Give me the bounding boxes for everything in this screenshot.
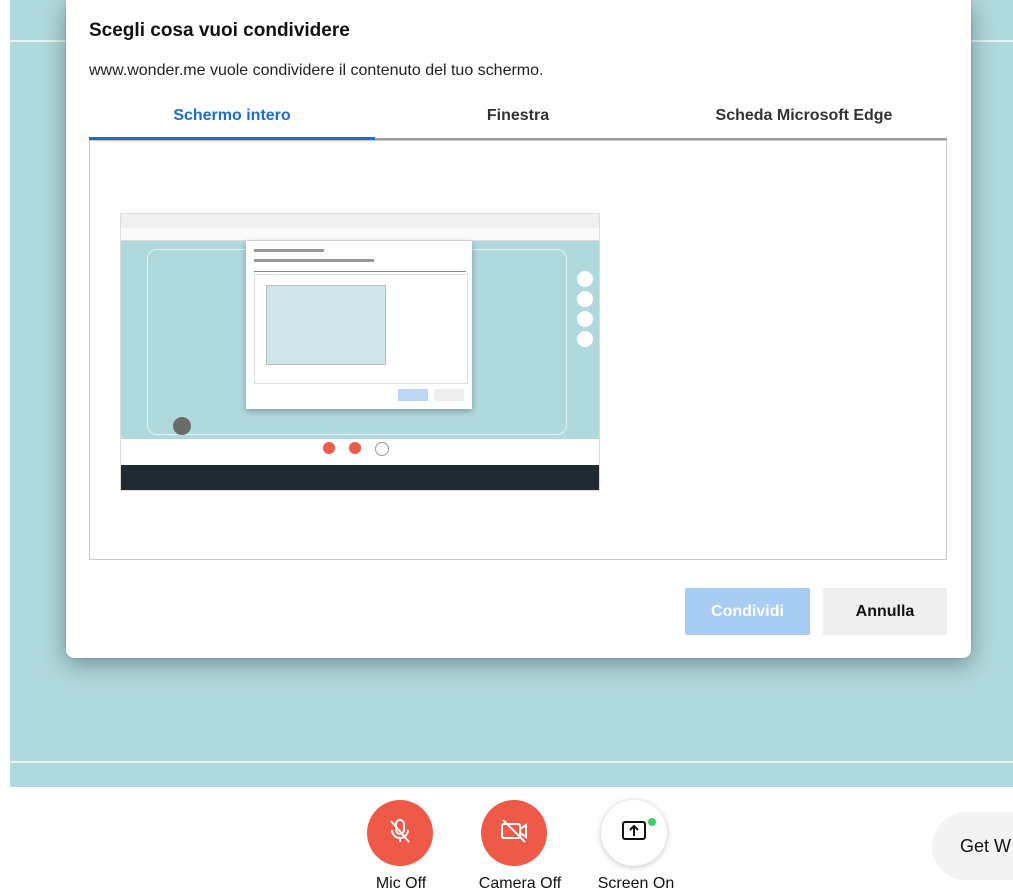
camera-off-icon [498,816,530,851]
dialog-subtitle: www.wonder.me vuole condividere il conte… [89,62,544,79]
screen-share-button[interactable] [601,800,667,866]
thumbnail-side-icon [577,331,593,347]
screen-thumbnail[interactable] [120,213,600,491]
get-button[interactable]: Get W [932,812,1013,880]
mic-label: Mic Off [375,875,427,892]
screen-active-indicator [648,818,656,826]
canvas-divider-bottom [10,761,1013,763]
thumbnail-canvas [121,241,599,439]
thumbnail-bottom-bar [121,439,599,465]
camera-label: Camera Off [478,875,562,892]
mic-toggle-button[interactable] [367,800,433,866]
share-button[interactable]: Condividi [685,588,810,635]
thumbnail-text-line [254,259,374,262]
thumbnail-mic-dot [323,442,335,454]
thumbnail-dialog [246,241,472,409]
thumbnail-text-line [254,249,324,252]
cancel-button[interactable]: Annulla [823,588,947,635]
screen-share-icon [619,816,649,851]
thumbnail-side-icon [577,291,593,307]
tab-window[interactable]: Finestra [375,100,661,138]
thumbnail-camera-dot [349,442,361,454]
thumbnail-share-button [398,389,428,401]
thumbnail-taskbar [121,465,599,490]
thumbnail-side-icon [577,311,593,327]
tab-entire-screen[interactable]: Schermo intero [89,100,375,140]
thumbnail-inner-shot [266,285,386,365]
thumbnail-toolbar [121,214,599,229]
thumbnail-avatar [173,417,191,435]
tab-edge-tab[interactable]: Scheda Microsoft Edge [661,100,947,138]
camera-toggle-button[interactable] [481,800,547,866]
mic-off-icon [385,816,415,851]
thumbnail-cancel-button [434,389,464,401]
screen-label: Screen On [597,875,675,892]
share-screen-dialog: Scegli cosa vuoi condividere www.wonder.… [66,0,971,658]
screen-preview-area [89,140,947,560]
thumbnail-side-icon [577,271,593,287]
thumbnail-screen-dot [375,442,389,456]
thumbnail-address-bar [121,228,599,241]
dialog-title: Scegli cosa vuoi condividere [89,20,350,41]
share-source-tabs: Schermo intero Finestra Scheda Microsoft… [89,100,947,140]
thumbnail-tab-line [254,271,466,272]
